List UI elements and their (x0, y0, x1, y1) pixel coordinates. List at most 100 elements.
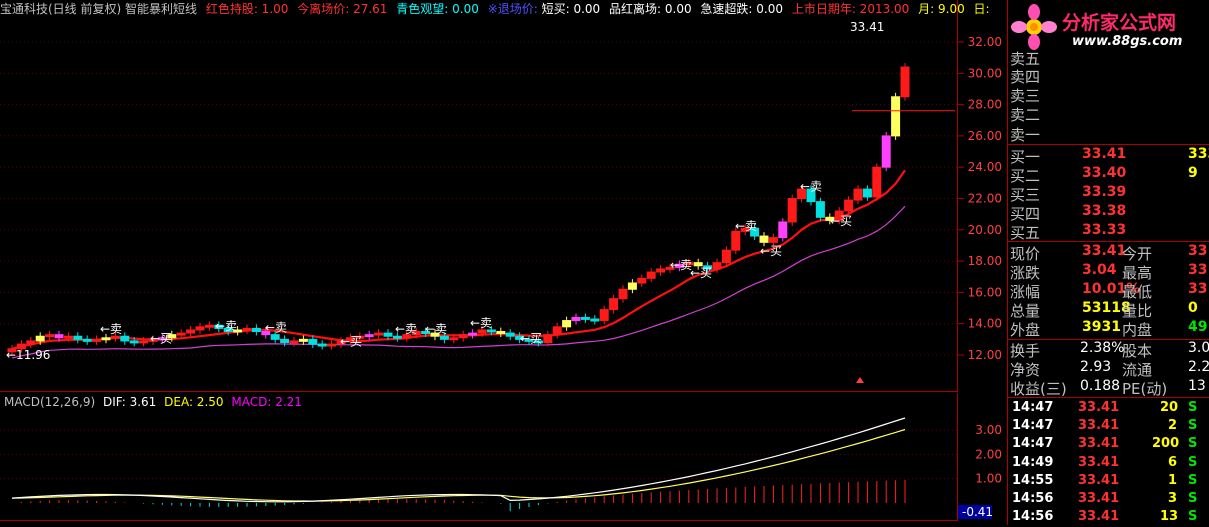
short-buy-value: 短买: 0.00 (541, 2, 601, 16)
quote-value: 33 (1188, 243, 1208, 259)
candle-body (458, 334, 468, 339)
logo-url: www.88gs.com (1072, 34, 1183, 49)
candle-body (787, 198, 797, 223)
fundamental-label: 换手 (1010, 342, 1041, 360)
candle-body (242, 327, 252, 331)
price-axis-tick: 26.00 (968, 129, 1002, 143)
candle-body (449, 337, 459, 341)
day-value: 日: (973, 2, 990, 16)
tick-time: 14:56 (1012, 509, 1054, 524)
buy-level-price: 33.41 (1082, 146, 1127, 162)
quote-label: 今开 (1122, 245, 1153, 263)
buy-level-label: 买一 (1010, 148, 1041, 166)
quote-value: 3.04 (1082, 262, 1117, 278)
sell-signal: ←卖 (800, 180, 822, 194)
candle-body (599, 309, 609, 322)
candle-body (374, 332, 384, 336)
candle-body (768, 237, 778, 243)
logo-title: 分析家公式网 (1062, 12, 1177, 34)
chart-canvas[interactable]: 32.00 30.00 28.00 26.00 24.00 22.00 20.00 18.00… (0, 0, 1007, 525)
red-hold-value: 红色持股: 1.00 (205, 2, 289, 16)
candle-body (731, 230, 741, 251)
candle-body (590, 318, 600, 322)
candle-body (844, 199, 854, 212)
fundamental-label: 净资 (1010, 361, 1041, 379)
sell-signal: ←卖 (470, 316, 492, 330)
tick-side: S (1188, 491, 1198, 506)
candle-body (280, 338, 290, 343)
candle-body (270, 334, 280, 340)
quote-label: 涨跌 (1010, 264, 1041, 282)
high-price-label: 33.41 (850, 20, 884, 34)
tick-time: 14:56 (1012, 491, 1054, 506)
candle-body (543, 334, 553, 343)
macd-axis-tick: 2.00 (975, 447, 1002, 461)
price-axis-tick: 22.00 (968, 192, 1002, 206)
quote-value: 33.41 (1082, 243, 1127, 259)
price-axis-tick: 28.00 (968, 98, 1002, 112)
candle-body (308, 338, 318, 345)
exit-value: ※退场价: (487, 2, 542, 16)
tick-volume: 6 (1168, 455, 1178, 470)
deviation-value: 今离场价: 27.61 (297, 2, 388, 16)
buy-level-label: 买二 (1010, 167, 1041, 185)
buy-signal: ←买 (520, 331, 542, 345)
macd-name: MACD(12,26,9) (4, 395, 96, 409)
site-logo: 分析家公式网 www.88gs.com (1010, 4, 1205, 52)
candle-body (477, 329, 487, 334)
panel-divider (1007, 144, 1209, 145)
buy-signal: ←买 (830, 214, 852, 228)
sell-signal: ←卖 (425, 322, 447, 336)
fundamental-value: 3.00 (1188, 340, 1209, 356)
candle-body (552, 326, 562, 336)
fundamental-value: 0.188 (1080, 378, 1121, 394)
surge-value: 急速超跌: 0.00 (700, 2, 783, 16)
candle-body (759, 235, 769, 243)
quote-value: 3931 (1082, 319, 1121, 335)
logo-flower-icon (1011, 4, 1057, 50)
tick-volume: 2 (1168, 418, 1178, 433)
quote-label: 量比 (1122, 302, 1153, 320)
candle-body (26, 340, 36, 345)
tick-time: 14:47 (1012, 436, 1054, 451)
candle-body (317, 343, 327, 347)
quote-label: 内盘 (1122, 321, 1153, 339)
tick-price: 33.41 (1078, 491, 1120, 506)
buy-level-price: 33.40 (1082, 165, 1127, 181)
candle-body (721, 249, 731, 264)
candle-body (364, 334, 374, 338)
candle-body (383, 332, 393, 337)
price-axis-tick: 16.00 (968, 285, 1002, 299)
buy-level-price: 33.33 (1082, 222, 1127, 238)
sell-level-label: 卖三 (1010, 87, 1041, 105)
sell-signal: ←卖 (100, 322, 122, 336)
cyan-watch-value: 青色观望: 0.00 (396, 2, 479, 16)
panel-divider (1007, 397, 1209, 398)
tick-side: S (1188, 455, 1198, 470)
candle-body (571, 316, 581, 322)
candle-body (468, 332, 478, 336)
marker-triangle-icon (856, 377, 864, 383)
candle-body (204, 324, 214, 328)
sell-signal: ←卖 (395, 322, 417, 336)
tick-volume: 13 (1160, 509, 1179, 524)
fundamental-value: 2.93 (1080, 359, 1112, 375)
buy-level-price: 33.38 (1082, 203, 1127, 219)
fundamental-value: 13 (1188, 378, 1206, 394)
candle-body (73, 335, 83, 340)
buy-signal: ←买 (150, 331, 172, 345)
fundamental-value: 2.38% (1080, 340, 1125, 356)
tick-side: S (1188, 473, 1198, 488)
candle-body (778, 221, 788, 239)
quote-value: 33 (1188, 262, 1208, 278)
buy-level-price: 33.39 (1082, 184, 1127, 200)
fundamental-label: 流通 (1122, 361, 1153, 379)
candle-body (496, 331, 506, 335)
buy-level-volume: 9 (1188, 165, 1198, 181)
tick-time: 14:49 (1012, 455, 1054, 470)
quote-value: 0 (1188, 300, 1198, 316)
quote-label: 总量 (1010, 302, 1041, 320)
price-axis-tick: 14.00 (968, 317, 1002, 331)
candle-body (609, 298, 619, 311)
tick-volume: 20 (1160, 400, 1179, 415)
